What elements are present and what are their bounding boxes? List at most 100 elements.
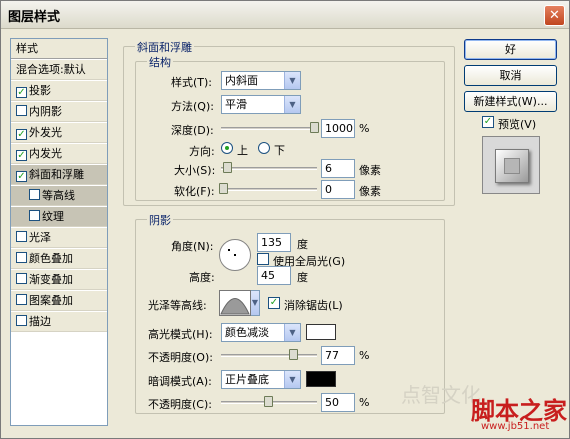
checkbox-icon[interactable] [16,273,27,284]
soften-slider-track[interactable] [221,188,317,191]
method-select[interactable]: 平滑 ▼ [221,95,301,114]
highlight-opacity-unit: % [359,349,370,362]
direction-up-label[interactable]: 上 [237,142,248,158]
highlight-opacity-slider-track[interactable] [221,354,317,357]
bevel-emboss-title: 斜面和浮雕 [135,39,194,55]
highlight-opacity-slider-thumb[interactable] [289,349,298,360]
shadow-mode-label: 暗调模式(A): [148,375,212,388]
style-label: 样式(T): [171,76,213,89]
direction-down-label[interactable]: 下 [274,142,285,158]
highlight-opacity-input[interactable]: 77 [321,346,355,365]
gloss-contour-dropdown[interactable]: ▼ [251,290,260,316]
checkbox-icon[interactable] [16,294,27,305]
style-item-label: 内发光 [29,147,62,160]
gloss-contour-picker[interactable] [219,290,251,316]
depth-slider-track[interactable] [221,127,317,130]
checkbox-icon[interactable]: ✓ [16,171,27,182]
style-item-label: 渐变叠加 [29,273,73,286]
checkbox-icon[interactable] [16,252,27,263]
title-bar[interactable]: 图层样式 ✕ [1,1,569,29]
layer-style-dialog: 图层样式 ✕ 样式 混合选项:默认 ✓ 投影 内阴影 ✓ 外发光 ✓ 内发光 ✓ 斜面和… [0,0,570,439]
style-select-value: 内斜面 [225,74,258,87]
angle-input[interactable]: 135 [257,233,291,252]
antialias-checkbox[interactable]: ✓ [268,297,280,309]
preview-label[interactable]: 预览(V) [498,116,536,132]
direction-down-radio[interactable] [258,142,270,154]
soften-unit: 像素 [359,185,381,198]
style-item-label: 外发光 [29,126,62,139]
style-item-inner-glow[interactable]: ✓ 内发光 [11,144,107,164]
checkbox-icon[interactable] [16,231,27,242]
style-item-drop-shadow[interactable]: ✓ 投影 [11,81,107,101]
style-item-pattern-overlay[interactable]: 图案叠加 [11,291,107,311]
soften-slider-thumb[interactable] [219,183,228,194]
angle-label: 角度(N): [171,240,214,253]
shadow-mode-value: 正片叠底 [225,373,269,386]
style-item-stroke[interactable]: 描边 [11,312,107,332]
style-select[interactable]: 内斜面 ▼ [221,71,301,90]
style-item-label: 斜面和浮雕 [29,168,84,181]
style-item-satin[interactable]: 光泽 [11,228,107,248]
contour-curve-icon [220,298,250,315]
depth-label: 深度(D): [171,124,214,137]
preview-checkbox[interactable]: ✓ [482,116,494,128]
antialias-label[interactable]: 消除锯齿(L) [284,297,343,313]
style-item-inner-shadow[interactable]: 内阴影 [11,102,107,122]
size-slider-track[interactable] [221,167,317,170]
shading-title: 阴影 [147,212,173,228]
dial-pointer [228,249,230,251]
highlight-color-swatch[interactable] [306,324,336,340]
highlight-mode-select[interactable]: 颜色减淡 ▼ [221,323,301,342]
faint-watermark: 点智文化 [401,383,481,407]
cancel-button[interactable]: 取消 [464,65,557,86]
global-light-checkbox[interactable] [257,253,269,265]
style-item-contour[interactable]: 等高线 [11,186,107,206]
checkbox-icon[interactable] [16,105,27,116]
checkbox-icon[interactable] [16,315,27,326]
shadow-mode-select[interactable]: 正片叠底 ▼ [221,370,301,389]
depth-slider-thumb[interactable] [310,122,319,133]
soften-input[interactable]: 0 [321,180,355,199]
chevron-down-icon: ▼ [284,324,300,341]
chevron-down-icon: ▼ [284,72,300,89]
style-item-label: 描边 [29,315,51,328]
checkbox-icon[interactable] [29,210,40,221]
style-item-outer-glow[interactable]: ✓ 外发光 [11,123,107,143]
new-style-button[interactable]: 新建样式(W)... [464,91,557,112]
direction-up-radio[interactable] [221,142,233,154]
styles-header[interactable]: 样式 [11,39,107,59]
method-select-value: 平滑 [225,98,247,111]
checkbox-icon[interactable] [29,189,40,200]
altitude-input[interactable]: 45 [257,266,291,285]
checkbox-icon[interactable]: ✓ [16,150,27,161]
shadow-opacity-input[interactable]: 50 [321,393,355,412]
close-icon[interactable]: ✕ [544,5,565,26]
style-item-texture[interactable]: 纹理 [11,207,107,227]
style-item-label: 颜色叠加 [29,252,73,265]
method-label: 方法(Q): [171,100,214,113]
site-watermark-url: www.jb51.net [481,421,550,432]
checkbox-icon[interactable]: ✓ [16,129,27,140]
style-item-color-overlay[interactable]: 颜色叠加 [11,249,107,269]
structure-title: 结构 [147,54,173,70]
style-item-label: 内阴影 [29,105,62,118]
depth-input[interactable]: 1000 [321,119,355,138]
checkbox-icon[interactable]: ✓ [16,87,27,98]
gloss-contour-label: 光泽等高线: [148,299,207,312]
style-item-bevel-emboss[interactable]: ✓ 斜面和浮雕 [11,165,107,185]
preview-square [495,149,529,183]
blend-options-item[interactable]: 混合选项:默认 [11,60,107,80]
angle-unit: 度 [297,238,308,251]
ok-button[interactable]: 好 [464,39,557,60]
style-item-gradient-overlay[interactable]: 渐变叠加 [11,270,107,290]
shadow-color-swatch[interactable] [306,371,336,387]
angle-dial[interactable] [219,239,251,271]
preview-inner-square [504,158,520,174]
direction-label: 方向: [189,145,215,158]
shadow-opacity-slider-thumb[interactable] [264,396,273,407]
dial-center [234,254,236,256]
style-item-label: 投影 [29,84,51,97]
size-input[interactable]: 6 [321,159,355,178]
size-slider-thumb[interactable] [223,162,232,173]
depth-unit: % [359,122,370,135]
